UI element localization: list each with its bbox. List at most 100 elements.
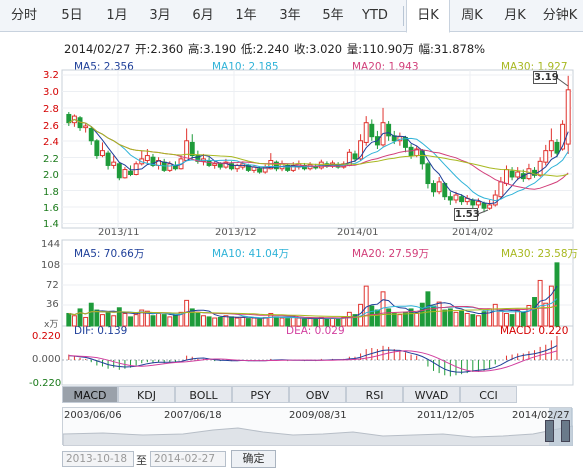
- confirm-button[interactable]: 确定: [231, 450, 276, 468]
- candle-body: [537, 160, 543, 176]
- volume-bar: [487, 308, 493, 327]
- volume-bar: [161, 314, 167, 327]
- range-date-label: 2014/02/27: [512, 410, 570, 421]
- range-handle-right[interactable]: [561, 420, 570, 442]
- volume-bar: [335, 318, 341, 327]
- volume-bar: [201, 315, 206, 327]
- candle-body: [386, 123, 392, 137]
- volume-bar: [94, 309, 100, 327]
- high-price-marker: 3.19: [533, 71, 559, 84]
- candle-body: [234, 164, 240, 170]
- chart-grid: [61, 69, 574, 386]
- volume-bar: [313, 318, 319, 327]
- candle-body: [100, 150, 105, 157]
- volume-bar: [391, 312, 397, 327]
- candle-body: [212, 163, 218, 166]
- volume-bar: [442, 309, 448, 327]
- volume-bar: [509, 314, 515, 327]
- volume-bar: [212, 317, 218, 327]
- volume-bar: [475, 315, 481, 327]
- volume-bar: [257, 318, 263, 327]
- volume-bar: [71, 315, 77, 327]
- candle-body: [481, 202, 487, 209]
- candle-body: [128, 170, 133, 175]
- volume-bar: [520, 311, 526, 327]
- volume-bar: [77, 308, 83, 327]
- volume-bar: [116, 307, 122, 327]
- candle-body: [515, 171, 521, 178]
- range-handle-left[interactable]: [545, 420, 554, 442]
- volume-bar: [386, 308, 392, 327]
- stock-chart-widget: 分时 5日 1月 3月 6月 1年 3年 5年 YTD 日K 周K 月K 分钟K…: [0, 0, 583, 470]
- range-date-label: 2007/06/18: [164, 410, 222, 421]
- volume-bar: [436, 301, 442, 327]
- volume-bar: [346, 311, 352, 327]
- indicator-tab-macd[interactable]: MACD: [62, 386, 118, 403]
- range-date-label: 2009/08/31: [289, 410, 347, 421]
- candle-body: [83, 125, 89, 129]
- volume-bar: [554, 262, 560, 327]
- indicator-tab-wvad[interactable]: WVAD: [403, 386, 460, 403]
- volume-bar: [122, 312, 128, 327]
- date-to-separator: 至: [136, 454, 147, 467]
- candle-body: [498, 181, 504, 198]
- candle-body: [453, 194, 459, 201]
- candle-body: [122, 169, 128, 179]
- volume-bar: [532, 297, 537, 327]
- volume-bar: [464, 312, 470, 327]
- candle-body: [447, 196, 453, 201]
- candle-body: [94, 140, 100, 157]
- indicator-tab-boll[interactable]: BOLL: [175, 386, 232, 403]
- volume-bar: [156, 312, 162, 327]
- macd-panel-frame: [61, 325, 574, 386]
- indicator-tab-rsi[interactable]: RSI: [346, 386, 403, 403]
- date-from-input[interactable]: 2013-10-18: [62, 451, 134, 467]
- volume-bar: [470, 314, 476, 327]
- volume-bar: [515, 309, 521, 327]
- candle-body: [425, 163, 431, 185]
- volume-bar: [296, 317, 302, 327]
- volume-bar: [150, 315, 156, 327]
- indicator-tab-obv[interactable]: OBV: [289, 386, 346, 403]
- candle-body: [554, 141, 560, 154]
- volume-bar: [302, 318, 307, 327]
- volume-bar: [167, 316, 173, 327]
- volume-bar: [217, 316, 223, 327]
- candle-body: [88, 127, 94, 142]
- candle-body: [167, 163, 173, 171]
- volume-bar: [414, 312, 420, 327]
- low-price-marker: 1.53: [454, 208, 480, 221]
- candle-body: [459, 196, 465, 203]
- volume-bar: [374, 309, 380, 327]
- candle-body: [369, 123, 375, 138]
- candle-body: [436, 181, 442, 193]
- candle-body: [487, 204, 493, 209]
- range-date-label: 2011/12/05: [417, 410, 475, 421]
- volume-bar: [290, 316, 296, 327]
- volume-bar: [453, 311, 459, 327]
- volume-bar: [330, 317, 335, 327]
- candle-body: [548, 140, 554, 152]
- volume-bar: [234, 317, 240, 327]
- volume-bar: [273, 316, 279, 327]
- volume-bar: [105, 311, 111, 327]
- volume-bar: [88, 302, 94, 327]
- volume-bar: [83, 316, 89, 327]
- indicator-tab-psy[interactable]: PSY: [232, 386, 289, 403]
- indicator-tab-cci[interactable]: CCI: [460, 386, 517, 403]
- volume-bar: [307, 318, 313, 327]
- candle-body: [509, 170, 515, 178]
- volume-layer: [66, 262, 560, 327]
- indicator-tab-kdj[interactable]: KDJ: [118, 386, 175, 403]
- date-to-input[interactable]: 2014-02-27: [150, 451, 226, 467]
- candle-body: [111, 161, 117, 166]
- volume-bar: [543, 302, 549, 327]
- volume-bar: [447, 308, 453, 327]
- volume-bar: [100, 314, 105, 327]
- volume-bar: [324, 318, 330, 327]
- candle-body: [543, 150, 549, 163]
- overview-area: [63, 425, 573, 446]
- volume-bar: [172, 315, 178, 327]
- range-date-label: 2003/06/06: [64, 410, 122, 421]
- candle-body: [504, 169, 509, 185]
